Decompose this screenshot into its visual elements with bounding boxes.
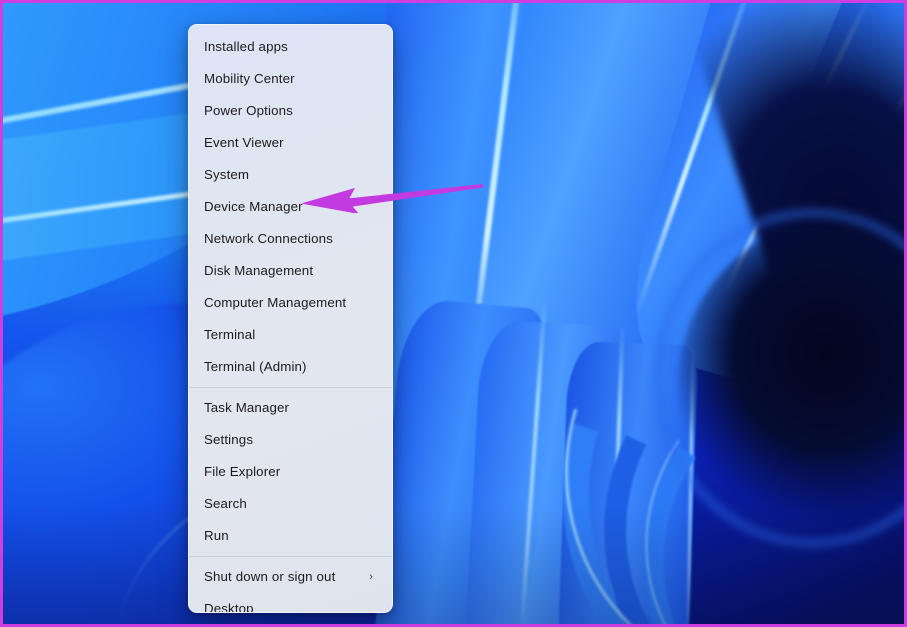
menu-item-label: Shut down or sign out [204, 570, 369, 583]
menu-item-system[interactable]: System [189, 159, 392, 191]
wallpaper-highlight-swoop-2 [610, 312, 904, 624]
wallpaper-shape-void-ring [653, 208, 904, 548]
menu-item-label: Mobility Center [204, 72, 380, 85]
menu-item-label: Disk Management [204, 264, 380, 277]
menu-item-label: Network Connections [204, 232, 380, 245]
wallpaper-shape-vblade-3 [557, 341, 698, 624]
desktop-wallpaper [3, 3, 904, 624]
menu-item-label: Task Manager [204, 401, 380, 414]
wallpaper-shape-dark-wedge [3, 3, 108, 115]
menu-item-event-viewer[interactable]: Event Viewer [189, 127, 392, 159]
menu-item-device-manager[interactable]: Device Manager [189, 191, 392, 223]
wallpaper-bottom-vignette [3, 504, 904, 624]
menu-item-computer-management[interactable]: Computer Management [189, 287, 392, 319]
wallpaper-highlight-vblade-3 [686, 348, 694, 624]
menu-item-power-options[interactable]: Power Options [189, 95, 392, 127]
menu-item-label: Terminal (Admin) [204, 360, 380, 373]
menu-item-file-explorer[interactable]: File Explorer [189, 456, 392, 488]
menu-group-session: Shut down or sign out › Desktop [189, 561, 392, 613]
wallpaper-shape-blade-3 [613, 3, 904, 413]
wallpaper-highlight-vblade-1 [519, 303, 546, 624]
wallpaper-shape-swoop-1 [478, 168, 904, 624]
menu-item-label: Terminal [204, 328, 380, 341]
menu-item-task-manager[interactable]: Task Manager [189, 392, 392, 424]
menu-item-label: Settings [204, 433, 380, 446]
wallpaper-highlight-swoop-1 [489, 179, 904, 624]
screenshot-root: Installed apps Mobility Center Power Opt… [0, 0, 907, 627]
menu-separator-1 [189, 387, 392, 388]
wallpaper-shape-swoop-2 [541, 237, 904, 624]
wallpaper-highlight-vblade-2 [610, 328, 625, 624]
menu-item-label: Device Manager [204, 200, 380, 213]
menu-separator-2 [189, 556, 392, 557]
menu-item-label: Computer Management [204, 296, 380, 309]
menu-item-terminal-admin[interactable]: Terminal (Admin) [189, 351, 392, 383]
menu-item-terminal[interactable]: Terminal [189, 319, 392, 351]
menu-item-shut-down-or-sign-out[interactable]: Shut down or sign out › [189, 561, 392, 593]
menu-item-run[interactable]: Run [189, 520, 392, 552]
menu-item-label: Run [204, 529, 380, 542]
wallpaper-highlight-blade-1 [469, 3, 527, 362]
menu-item-mobility-center[interactable]: Mobility Center [189, 63, 392, 95]
wallpaper-shape-void-top [676, 3, 904, 385]
menu-group-shell-tools: Task Manager Settings File Explorer Sear… [189, 392, 392, 552]
wallpaper-highlight-blade-3 [721, 3, 870, 297]
wallpaper-shape-blade-1 [359, 3, 625, 433]
wallpaper-highlight-blade-2 [635, 3, 757, 314]
menu-group-system-tools: Installed apps Mobility Center Power Opt… [189, 31, 392, 383]
wallpaper-shape-vblade-2 [464, 319, 632, 624]
wallpaper-shape-swoop-3 [604, 307, 904, 624]
menu-item-label: System [204, 168, 380, 181]
wallpaper-shape-void-main [678, 218, 904, 558]
menu-item-label: Event Viewer [204, 136, 380, 149]
chevron-right-icon: › [369, 572, 380, 583]
menu-item-installed-apps[interactable]: Installed apps [189, 31, 392, 63]
menu-item-search[interactable]: Search [189, 488, 392, 520]
menu-item-network-connections[interactable]: Network Connections [189, 223, 392, 255]
menu-item-label: File Explorer [204, 465, 380, 478]
wallpaper-highlight-blade-4 [786, 33, 904, 292]
menu-item-label: Desktop [204, 602, 380, 613]
menu-item-disk-management[interactable]: Disk Management [189, 255, 392, 287]
menu-item-label: Installed apps [204, 40, 380, 53]
power-user-context-menu[interactable]: Installed apps Mobility Center Power Opt… [188, 24, 393, 613]
menu-item-label: Power Options [204, 104, 380, 117]
menu-item-settings[interactable]: Settings [189, 424, 392, 456]
menu-item-desktop[interactable]: Desktop [189, 593, 392, 613]
wallpaper-shape-blade-2 [461, 3, 805, 443]
menu-item-label: Search [204, 497, 380, 510]
wallpaper-shape-blade-4 [724, 3, 904, 383]
wallpaper-shape-vblade-1 [373, 297, 554, 624]
